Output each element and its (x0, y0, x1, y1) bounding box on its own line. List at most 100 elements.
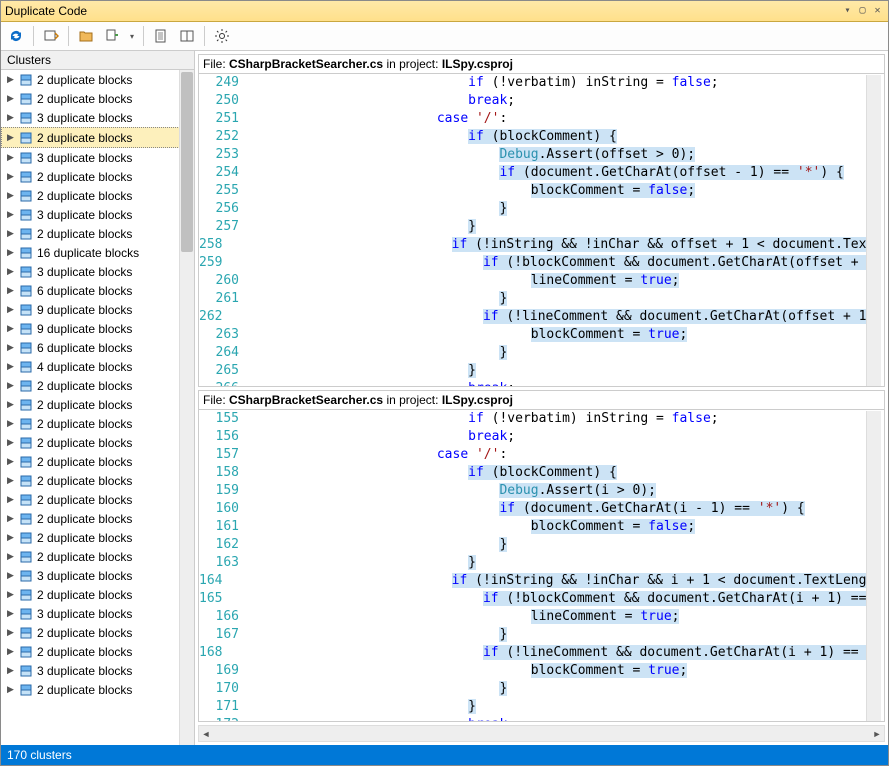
pane1-code[interactable]: 249 if (!verbatim) inString = false;250 … (199, 74, 870, 386)
cluster-item[interactable]: ▶2 duplicate blocks (1, 89, 194, 108)
code-line: 252 if (blockComment) { (199, 128, 870, 146)
expand-icon[interactable]: ▶ (7, 93, 15, 104)
scroll-right-icon[interactable]: ► (870, 726, 884, 741)
line-text: } (245, 218, 870, 236)
expand-icon[interactable]: ▶ (7, 228, 15, 239)
cluster-item[interactable]: ▶2 duplicate blocks (1, 509, 194, 528)
expand-icon[interactable]: ▶ (7, 627, 15, 638)
expand-icon[interactable]: ▶ (7, 532, 15, 543)
expand-icon[interactable]: ▶ (7, 456, 15, 467)
code-line: 253 Debug.Assert(offset > 0); (199, 146, 870, 164)
horizontal-scrollbar[interactable]: ◄ ► (198, 725, 885, 742)
expand-icon[interactable]: ▶ (7, 589, 15, 600)
cluster-item[interactable]: ▶2 duplicate blocks (1, 433, 194, 452)
code-line: 162 } (199, 536, 870, 554)
cluster-item[interactable]: ▶2 duplicate blocks (1, 547, 194, 566)
scroll-left-icon[interactable]: ◄ (199, 726, 213, 741)
save-button[interactable] (101, 25, 123, 47)
expand-icon[interactable]: ▶ (7, 190, 15, 201)
split-view-button[interactable] (176, 25, 198, 47)
new-window-button[interactable] (40, 25, 62, 47)
cluster-item[interactable]: ▶2 duplicate blocks (1, 414, 194, 433)
expand-icon[interactable]: ▶ (7, 361, 15, 372)
line-number: 166 (199, 608, 245, 626)
cluster-item[interactable]: ▶2 duplicate blocks (1, 452, 194, 471)
expand-icon[interactable]: ▶ (7, 323, 15, 334)
expand-icon[interactable]: ▶ (7, 570, 15, 581)
pane2-code[interactable]: 155 if (!verbatim) inString = false;156 … (199, 410, 870, 722)
expand-icon[interactable]: ▶ (7, 608, 15, 619)
expand-icon[interactable]: ▶ (7, 513, 15, 524)
expand-icon[interactable]: ▶ (7, 74, 15, 85)
cluster-item[interactable]: ▶16 duplicate blocks (1, 243, 194, 262)
line-number: 162 (199, 536, 245, 554)
cluster-item[interactable]: ▶2 duplicate blocks (1, 70, 194, 89)
cluster-item[interactable]: ▶2 duplicate blocks (1, 623, 194, 642)
cluster-item[interactable]: ▶6 duplicate blocks (1, 281, 194, 300)
scrollbar-thumb[interactable] (181, 72, 193, 252)
expand-icon[interactable]: ▶ (7, 646, 15, 657)
expand-icon[interactable]: ▶ (7, 684, 15, 695)
expand-icon[interactable]: ▶ (7, 380, 15, 391)
cluster-item[interactable]: ▶2 duplicate blocks (1, 642, 194, 661)
expand-icon[interactable]: ▶ (7, 247, 15, 258)
cluster-item[interactable]: ▶6 duplicate blocks (1, 338, 194, 357)
pane1-scrollbar[interactable] (866, 75, 881, 386)
cluster-item[interactable]: ▶2 duplicate blocks (1, 224, 194, 243)
save-dropdown-button[interactable]: ▾ (127, 25, 137, 47)
maximize-icon[interactable]: ▢ (856, 5, 869, 17)
cluster-item[interactable]: ▶2 duplicate blocks (1, 680, 194, 699)
sidebar-scrollbar[interactable] (179, 70, 194, 745)
expand-icon[interactable]: ▶ (7, 437, 15, 448)
cluster-item[interactable]: ▶2 duplicate blocks (1, 186, 194, 205)
cluster-item[interactable]: ▶2 duplicate blocks (1, 395, 194, 414)
line-text: if (!inString && !inChar && i + 1 < docu… (228, 572, 870, 590)
expand-icon[interactable]: ▶ (7, 342, 15, 353)
expand-icon[interactable]: ▶ (7, 285, 15, 296)
cluster-item[interactable]: ▶2 duplicate blocks (1, 490, 194, 509)
open-button[interactable] (75, 25, 97, 47)
clusters-tree[interactable]: ▶2 duplicate blocks▶2 duplicate blocks▶3… (1, 70, 194, 745)
expand-icon[interactable]: ▶ (7, 551, 15, 562)
cluster-item[interactable]: ▶3 duplicate blocks (1, 604, 194, 623)
cluster-item[interactable]: ▶3 duplicate blocks (1, 262, 194, 281)
refresh-button[interactable] (5, 25, 27, 47)
cluster-item[interactable]: ▶2 duplicate blocks (1, 471, 194, 490)
cluster-item[interactable]: ▶3 duplicate blocks (1, 566, 194, 585)
cluster-item[interactable]: ▶3 duplicate blocks (1, 108, 194, 127)
expand-icon[interactable]: ▶ (7, 494, 15, 505)
expand-icon[interactable]: ▶ (7, 112, 15, 123)
cluster-item[interactable]: ▶2 duplicate blocks (1, 528, 194, 547)
expand-icon[interactable]: ▶ (7, 665, 15, 676)
cluster-item[interactable]: ▶9 duplicate blocks (1, 319, 194, 338)
expand-icon[interactable]: ▶ (7, 171, 15, 182)
expand-icon[interactable]: ▶ (7, 399, 15, 410)
expand-icon[interactable]: ▶ (7, 304, 15, 315)
expand-icon[interactable]: ▶ (7, 132, 15, 143)
line-text: blockComment = true; (245, 662, 870, 680)
cluster-item[interactable]: ▶3 duplicate blocks (1, 661, 194, 680)
expand-icon[interactable]: ▶ (7, 266, 15, 277)
code-line: 255 blockComment = false; (199, 182, 870, 200)
cluster-item[interactable]: ▶4 duplicate blocks (1, 357, 194, 376)
code-line: 170 } (199, 680, 870, 698)
cluster-item[interactable]: ▶2 duplicate blocks (1, 127, 194, 148)
dropdown-icon[interactable]: ▾ (841, 5, 854, 17)
line-number: 165 (199, 590, 228, 608)
cluster-item[interactable]: ▶2 duplicate blocks (1, 376, 194, 395)
expand-icon[interactable]: ▶ (7, 152, 15, 163)
cluster-item[interactable]: ▶9 duplicate blocks (1, 300, 194, 319)
cluster-item[interactable]: ▶2 duplicate blocks (1, 167, 194, 186)
cluster-item[interactable]: ▶3 duplicate blocks (1, 148, 194, 167)
line-text: blockComment = false; (245, 518, 870, 536)
cluster-item[interactable]: ▶3 duplicate blocks (1, 205, 194, 224)
cluster-item[interactable]: ▶2 duplicate blocks (1, 585, 194, 604)
expand-icon[interactable]: ▶ (7, 418, 15, 429)
document-button[interactable] (150, 25, 172, 47)
close-icon[interactable]: ✕ (871, 5, 884, 17)
pane2-scrollbar[interactable] (866, 411, 881, 722)
expand-icon[interactable]: ▶ (7, 475, 15, 486)
code-line: 158 if (blockComment) { (199, 464, 870, 482)
settings-button[interactable] (211, 25, 233, 47)
expand-icon[interactable]: ▶ (7, 209, 15, 220)
